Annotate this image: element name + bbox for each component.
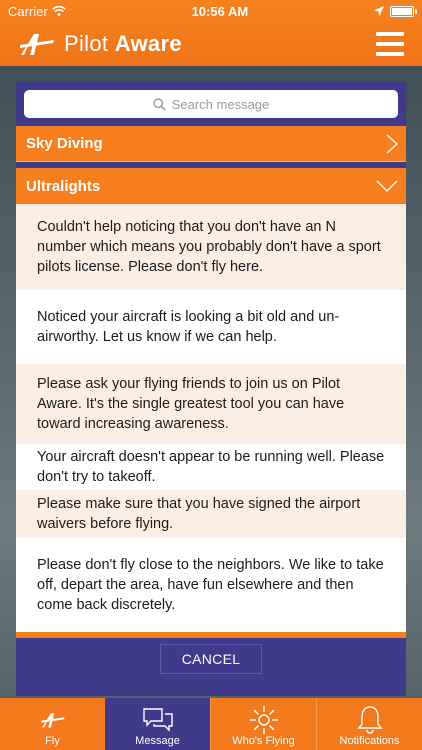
search-container: Search message xyxy=(16,82,406,126)
tab-label: Notifications xyxy=(339,735,400,747)
tab-bar: Fly Message Who's Flying Notifications xyxy=(0,698,422,750)
search-placeholder: Search message xyxy=(171,96,270,112)
search-input[interactable]: Search message xyxy=(24,90,398,118)
search-icon xyxy=(153,97,166,111)
sun-burst-icon xyxy=(249,706,278,734)
chat-bubbles-icon xyxy=(142,708,173,732)
chevron-right-icon xyxy=(386,134,398,153)
wifi-icon xyxy=(51,5,66,16)
app-header: Pilot Aware xyxy=(0,22,422,66)
top-bar: Carrier 10:56 AM Pilot Aware xyxy=(0,0,422,66)
pilot-aware-logo-icon xyxy=(40,713,65,728)
menu-button[interactable] xyxy=(376,32,404,56)
tab-fly[interactable]: Fly xyxy=(0,698,105,750)
message-item[interactable]: Please don't fly close to the neighbors.… xyxy=(16,538,406,632)
status-time: 10:56 AM xyxy=(191,3,249,19)
location-arrow-icon xyxy=(374,6,384,16)
message-item[interactable]: Please ask your flying friends to join u… xyxy=(16,364,406,444)
message-item[interactable]: Couldn't help noticing that you don't ha… xyxy=(16,204,406,290)
message-panel: Search message Sky Diving Ultralights Co… xyxy=(16,82,406,696)
message-item[interactable]: Please make sure that you have signed th… xyxy=(16,490,406,538)
tab-notifications[interactable]: Notifications xyxy=(316,698,422,750)
section-label: Sky Diving xyxy=(26,135,103,152)
tab-whos-flying[interactable]: Who's Flying xyxy=(210,698,316,750)
pilot-aware-logo-icon xyxy=(20,34,54,55)
bell-icon xyxy=(357,706,382,734)
message-list: Couldn't help noticing that you don't ha… xyxy=(16,204,406,632)
tab-label: Message xyxy=(135,735,180,747)
hamburger-icon xyxy=(376,32,404,36)
status-bar: Carrier 10:56 AM xyxy=(0,0,422,22)
section-sky-diving[interactable]: Sky Diving xyxy=(16,126,406,162)
status-right xyxy=(374,5,417,17)
section-ultralights[interactable]: Ultralights xyxy=(16,168,406,204)
tab-label: Who's Flying xyxy=(232,735,295,747)
carrier-label: Carrier xyxy=(8,3,48,19)
battery-icon xyxy=(390,5,417,17)
chevron-down-icon xyxy=(376,180,398,192)
tab-label: Fly xyxy=(45,735,60,747)
message-item[interactable]: Your aircraft doesn't appear to be runni… xyxy=(16,444,406,490)
tab-message[interactable]: Message xyxy=(105,698,210,750)
app-title: Pilot Aware xyxy=(64,31,182,56)
status-left: Carrier xyxy=(8,4,66,19)
brand: Pilot Aware xyxy=(18,31,182,57)
message-item[interactable]: Noticed your aircraft is looking a bit o… xyxy=(16,290,406,364)
cancel-button[interactable]: CANCEL xyxy=(160,644,262,674)
list-footer-band xyxy=(16,632,406,638)
section-label: Ultralights xyxy=(26,177,101,195)
